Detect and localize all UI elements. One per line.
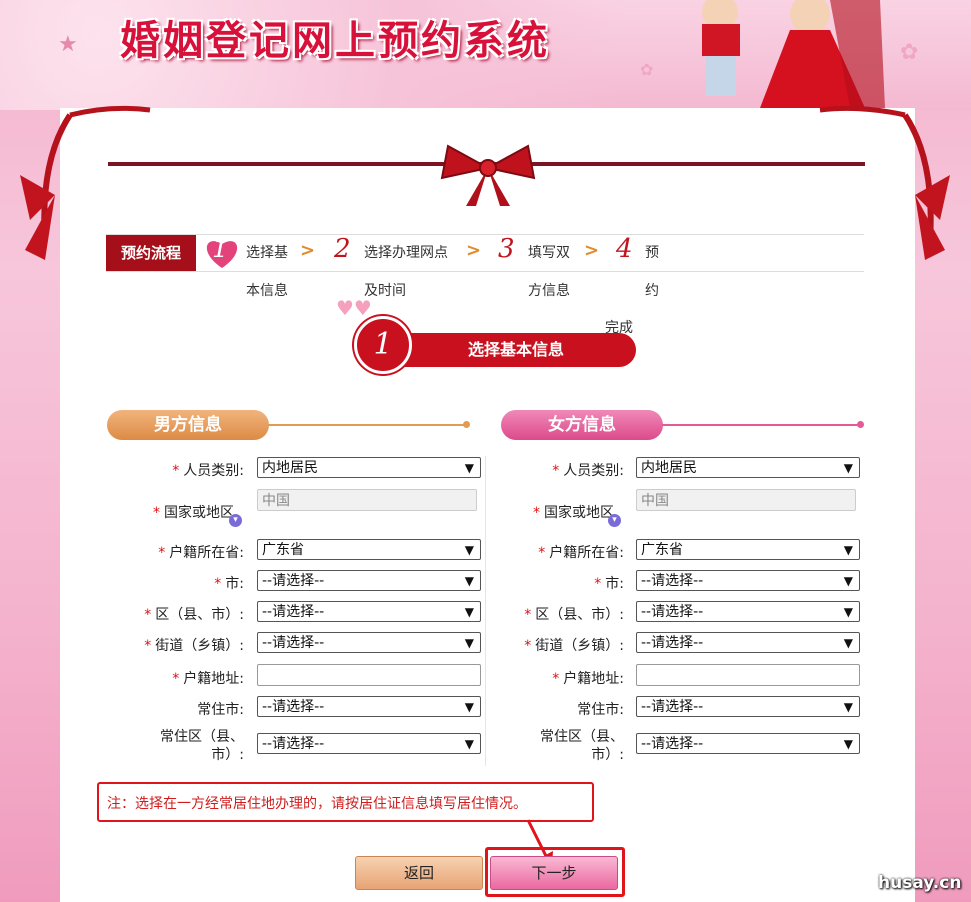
hearts-icon: ♥♥	[336, 296, 372, 320]
current-step-number: 1	[354, 316, 412, 374]
male-person-type-select[interactable]: 内地居民 ▼	[257, 457, 481, 478]
female-country-input[interactable]: 中国	[636, 489, 856, 511]
chevron-down-icon: ▼	[843, 700, 853, 714]
info-icon[interactable]: ▾	[229, 514, 242, 527]
chevron-down-icon: ▼	[464, 461, 474, 475]
app-title: 婚姻登记网上预约系统	[120, 17, 550, 64]
back-button[interactable]: 返回	[355, 856, 483, 890]
female-country-label: * 国家或地区	[533, 505, 614, 521]
female-res-district-select[interactable]: --请选择-- ▼	[636, 733, 860, 754]
male-city-select[interactable]: --请选择-- ▼	[257, 570, 481, 591]
female-district-label: * 区（县、市）:	[524, 607, 624, 623]
female-address-label: * 户籍地址:	[552, 671, 624, 687]
step-3-label-line2: 方信息	[528, 283, 570, 299]
male-person-type-label: * 人员类别:	[172, 463, 244, 479]
chevron-down-icon: ▼	[843, 737, 853, 751]
chevron-right-icon: >	[466, 240, 482, 261]
male-district-select[interactable]: --请选择-- ▼	[257, 601, 481, 622]
watermark: husay.cn	[878, 873, 962, 893]
female-res-city-label: 常住市:	[577, 702, 624, 718]
female-city-label: * 市:	[594, 576, 624, 592]
female-street-label: * 街道（乡镇）:	[524, 638, 624, 654]
step-2-label: 选择办理网点	[364, 245, 448, 261]
male-street-label: * 街道（乡镇）:	[144, 638, 244, 654]
male-address-label: * 户籍地址:	[172, 671, 244, 687]
chevron-down-icon: ▼	[843, 574, 853, 588]
male-res-district-label: 常住区（县、市）:	[160, 729, 244, 763]
chevron-down-icon: ▼	[843, 605, 853, 619]
female-city-select[interactable]: --请选择-- ▼	[636, 570, 860, 591]
step-4-label: 预	[645, 245, 659, 261]
chevron-right-icon: >	[584, 240, 600, 261]
step-1-label-line2: 本信息	[246, 283, 288, 299]
chevron-down-icon: ▼	[464, 700, 474, 714]
female-province-select[interactable]: 广东省 ▼	[636, 539, 860, 560]
dot-icon	[463, 421, 470, 428]
current-step-title: 选择基本信息	[468, 340, 565, 359]
female-res-district-label: 常住区（县、市）:	[540, 729, 624, 763]
female-section-header: 女方信息	[501, 410, 663, 440]
chevron-down-icon: ▼	[464, 737, 474, 751]
step-4-number: 4	[616, 234, 633, 264]
chevron-down-icon: ▼	[464, 543, 474, 557]
male-section-header: 男方信息	[107, 410, 269, 440]
dot-icon	[857, 421, 864, 428]
female-street-select[interactable]: --请选择-- ▼	[636, 632, 860, 653]
info-icon[interactable]: ▾	[608, 514, 621, 527]
chevron-down-icon: ▼	[843, 543, 853, 557]
male-city-label: * 市:	[214, 576, 244, 592]
steps-tag: 预约流程	[106, 235, 196, 271]
female-person-type-select[interactable]: 内地居民 ▼	[636, 457, 860, 478]
wedding-couple-image	[702, 0, 885, 108]
female-address-input[interactable]	[636, 664, 860, 686]
chevron-down-icon: ▼	[464, 574, 474, 588]
residence-note: 注：选择在一方经常居住地办理的，请按居住证信息填写居住情况。	[97, 782, 594, 822]
chevron-down-icon: ▼	[843, 461, 853, 475]
male-country-input[interactable]: 中国	[257, 489, 477, 511]
chevron-down-icon: ▼	[464, 605, 474, 619]
step-2-number: 2	[334, 234, 351, 264]
male-res-city-select[interactable]: --请选择-- ▼	[257, 696, 481, 717]
step-1-label: 选择基	[246, 245, 288, 261]
step-3-number: 3	[498, 234, 515, 264]
male-res-district-select[interactable]: --请选择-- ▼	[257, 733, 481, 754]
divider-line	[268, 424, 466, 426]
female-person-type-label: * 人员类别:	[552, 463, 624, 479]
female-district-select[interactable]: --请选择-- ▼	[636, 601, 860, 622]
male-res-city-label: 常住市:	[197, 702, 244, 718]
male-province-label: * 户籍所在省:	[158, 545, 244, 561]
divider-line	[662, 424, 860, 426]
female-province-label: * 户籍所在省:	[538, 545, 624, 561]
star-icon: ✿	[900, 40, 919, 65]
star-icon: ★	[58, 32, 78, 57]
male-street-select[interactable]: --请选择-- ▼	[257, 632, 481, 653]
male-province-select[interactable]: 广东省 ▼	[257, 539, 481, 560]
chevron-down-icon: ▼	[843, 636, 853, 650]
step-4-label-line2: 约	[645, 283, 659, 299]
step-1-number: 1	[212, 234, 229, 264]
step-3-label: 填写双	[528, 245, 570, 261]
male-address-input[interactable]	[257, 664, 481, 686]
chevron-right-icon: >	[300, 240, 316, 261]
female-res-city-select[interactable]: --请选择-- ▼	[636, 696, 860, 717]
bow-icon	[440, 144, 536, 206]
flower-icon: ✿	[640, 60, 654, 79]
column-divider	[485, 456, 486, 766]
male-country-label: * 国家或地区	[153, 505, 234, 521]
next-step-button[interactable]: 下一步	[490, 856, 618, 890]
male-district-label: * 区（县、市）:	[144, 607, 244, 623]
chevron-down-icon: ▼	[464, 636, 474, 650]
header-banner: ★ ✿ ✿ 婚姻登记网上预约系统	[0, 0, 971, 110]
